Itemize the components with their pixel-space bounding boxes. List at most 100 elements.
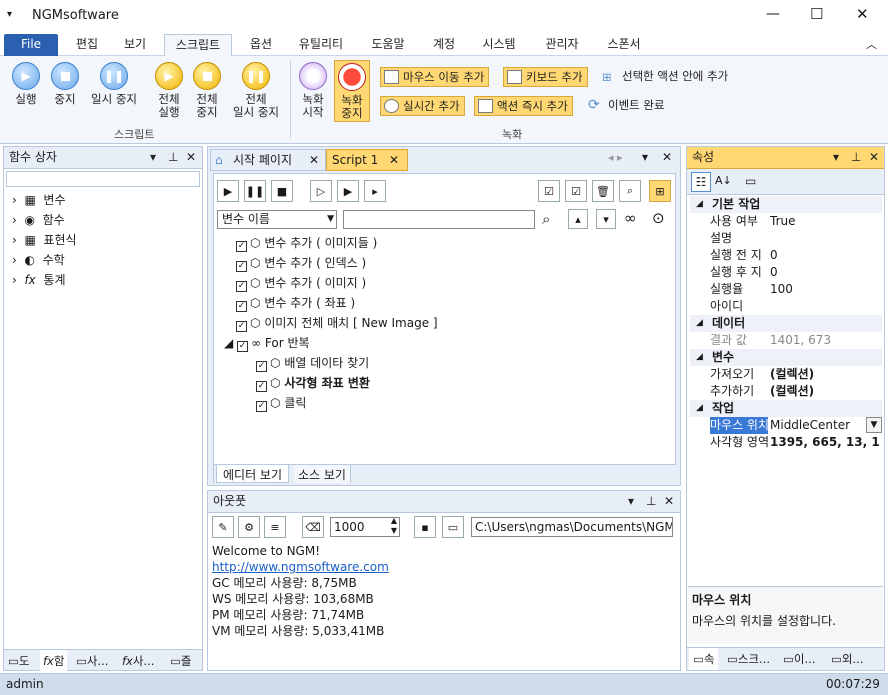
search-input[interactable]: [6, 171, 200, 187]
tab-options[interactable]: 옵션: [240, 34, 282, 56]
run-button[interactable]: ▶ 실행: [8, 62, 44, 106]
collapse-icon[interactable]: ◢: [696, 315, 703, 332]
minimize-button[interactable]: —: [766, 6, 780, 22]
checkbox[interactable]: ✓: [236, 321, 247, 332]
tree-item-function[interactable]: › ◉ 함수: [12, 211, 65, 230]
add-realtime-button[interactable]: 실시간 추가: [380, 96, 465, 116]
check-icon[interactable]: ☑: [565, 180, 587, 202]
record-start-button[interactable]: 녹화 시작: [296, 62, 330, 119]
pause-icon[interactable]: ❚❚: [244, 180, 266, 202]
filter-select[interactable]: 변수 이름 ▼: [217, 210, 337, 229]
checkbox[interactable]: ✓: [236, 241, 247, 252]
property-value[interactable]: 0: [770, 247, 880, 264]
close-doc-icon[interactable]: ✕: [662, 150, 672, 164]
check-all-icon[interactable]: ☑: [538, 180, 560, 202]
record-stop-button[interactable]: 녹화 중지: [334, 60, 370, 122]
dropdown-icon[interactable]: ▾: [150, 147, 156, 168]
stop-icon[interactable]: ■: [271, 180, 293, 202]
close-icon[interactable]: ✕: [186, 147, 196, 168]
property-value[interactable]: 100: [770, 281, 880, 298]
add-in-action-button[interactable]: ⊞ 선택한 액션 안에 추가: [600, 67, 728, 87]
script-item[interactable]: ✓ ⬡ 사각형 좌표 변환: [256, 374, 370, 393]
event-done-button[interactable]: ⟳ 이벤트 완료: [586, 96, 665, 116]
doc-settings-icon[interactable]: ⚙: [238, 516, 260, 538]
checkbox[interactable]: ✓: [256, 361, 267, 372]
property-category[interactable]: ◢ 변수: [690, 349, 882, 366]
property-row[interactable]: 실행 후 지 0: [708, 264, 882, 281]
property-value[interactable]: True: [770, 213, 880, 230]
checkbox[interactable]: ✓: [236, 261, 247, 272]
stop-all-button[interactable]: 전체 중지: [190, 62, 224, 119]
script-item[interactable]: ✓ ⬡ 배열 데이타 찾기: [256, 354, 369, 373]
play-icon[interactable]: ▶: [217, 180, 239, 202]
path-input[interactable]: C:\Users\ngmas\Documents\NGM6\: [471, 517, 673, 537]
tab-sponsor[interactable]: 스폰서: [598, 34, 650, 56]
tab-start-page[interactable]: ⌂ 시작 페이지 ✕: [210, 149, 326, 171]
property-row[interactable]: 아이디: [708, 298, 882, 315]
tab-script[interactable]: 스크립트: [164, 34, 232, 56]
property-row[interactable]: 사각형 영역 1395, 665, 13, 16: [708, 434, 882, 451]
expand-icon[interactable]: ◢: [224, 336, 233, 350]
zoom-icon[interactable]: ⌕: [619, 180, 641, 202]
property-row[interactable]: 사용 여부 True: [708, 213, 882, 230]
stop-button[interactable]: 중지: [48, 62, 82, 106]
tab-external[interactable]: ▭외...: [831, 651, 863, 667]
add-instant-action-button[interactable]: 액션 즉시 추가: [474, 96, 573, 116]
property-row[interactable]: 실행 전 지 0: [708, 247, 882, 264]
property-category[interactable]: ◢ 작업: [690, 400, 882, 417]
script-item[interactable]: ✓ ⬡ 변수 추가 ( 좌표 ): [236, 294, 355, 313]
tab-utility[interactable]: 유틸리티: [290, 34, 352, 56]
save-icon[interactable]: ▪: [414, 516, 436, 538]
categorized-icon[interactable]: ☷: [691, 172, 711, 192]
tab-help[interactable]: 도움말: [362, 34, 414, 56]
property-value[interactable]: (컬렉션): [770, 366, 880, 383]
close-tab-icon[interactable]: ✕: [389, 150, 399, 170]
script-item[interactable]: ✓ ⬡ 변수 추가 ( 이미지 ): [236, 274, 366, 293]
script-item[interactable]: ✓ ⬡ 이미지 전체 매치 [ New Image ]: [236, 314, 438, 333]
tab-view[interactable]: 보기: [114, 34, 156, 56]
folder-icon[interactable]: ▭: [442, 516, 464, 538]
checkbox[interactable]: ✓: [236, 301, 247, 312]
tab-file[interactable]: File: [4, 34, 58, 56]
tree-view-icon[interactable]: ⊞: [649, 180, 671, 202]
tab-function[interactable]: fx함: [40, 650, 68, 671]
scroll-tabs-left-icon[interactable]: ◂ ▸: [608, 151, 623, 164]
property-pages-icon[interactable]: ▭: [745, 174, 756, 188]
step-icon[interactable]: ▷: [310, 180, 332, 202]
step-into-icon[interactable]: ▶: [337, 180, 359, 202]
tab-images[interactable]: ▭이...: [783, 651, 815, 667]
sort-alpha-icon[interactable]: A↓: [715, 174, 732, 187]
property-row[interactable]: 설명: [708, 230, 882, 247]
checkbox[interactable]: ✓: [236, 281, 247, 292]
script-item[interactable]: ✓ ⬡ 변수 추가 ( 인덱스 ): [236, 254, 366, 273]
tab-edit[interactable]: 편집: [66, 34, 108, 56]
move-up-icon[interactable]: ▴: [568, 209, 588, 229]
more-icon[interactable]: ⊙: [652, 209, 665, 227]
add-mouse-move-button[interactable]: 마우스 이동 추가: [380, 67, 490, 87]
collapse-ribbon-icon[interactable]: ︿: [866, 36, 877, 52]
script-item[interactable]: ✓ ⬡ 클릭: [256, 394, 306, 413]
dropdown-icon[interactable]: ▾: [628, 491, 634, 512]
chevron-down-icon[interactable]: ▼: [866, 417, 882, 433]
pin-icon[interactable]: ⊥: [646, 491, 656, 512]
tab-editor-view[interactable]: 에디터 보기: [216, 465, 290, 483]
property-value[interactable]: 0: [770, 264, 880, 281]
pin-icon[interactable]: ⊥: [851, 147, 861, 168]
tab-source-view[interactable]: 소스 보기: [294, 465, 351, 483]
checkbox[interactable]: ✓: [256, 401, 267, 412]
dropdown-icon[interactable]: ▾: [833, 147, 839, 168]
collapse-icon[interactable]: ◢: [696, 349, 703, 366]
add-keyboard-button[interactable]: 키보드 추가: [503, 67, 588, 87]
tree-item-expression[interactable]: › ▦ 표현식: [12, 231, 77, 250]
step-over-icon[interactable]: ▸: [364, 180, 386, 202]
property-category[interactable]: ◢ 데이터: [690, 315, 882, 332]
loop-icon[interactable]: ∞: [624, 209, 637, 227]
output-link[interactable]: http://www.ngmsoftware.com: [212, 559, 672, 575]
property-row[interactable]: 가져오기 (컬렉션): [708, 366, 882, 383]
system-menu-icon[interactable]: ▾: [7, 9, 12, 20]
pause-all-button[interactable]: ❚❚ 전체 일시 중지: [228, 62, 284, 119]
tab-user[interactable]: ▭사...: [76, 653, 108, 669]
tab-toolbox[interactable]: ▭도: [8, 653, 29, 669]
collapse-icon[interactable]: ◢: [696, 400, 703, 417]
property-row[interactable]: 결과 값 1401, 673: [708, 332, 882, 349]
